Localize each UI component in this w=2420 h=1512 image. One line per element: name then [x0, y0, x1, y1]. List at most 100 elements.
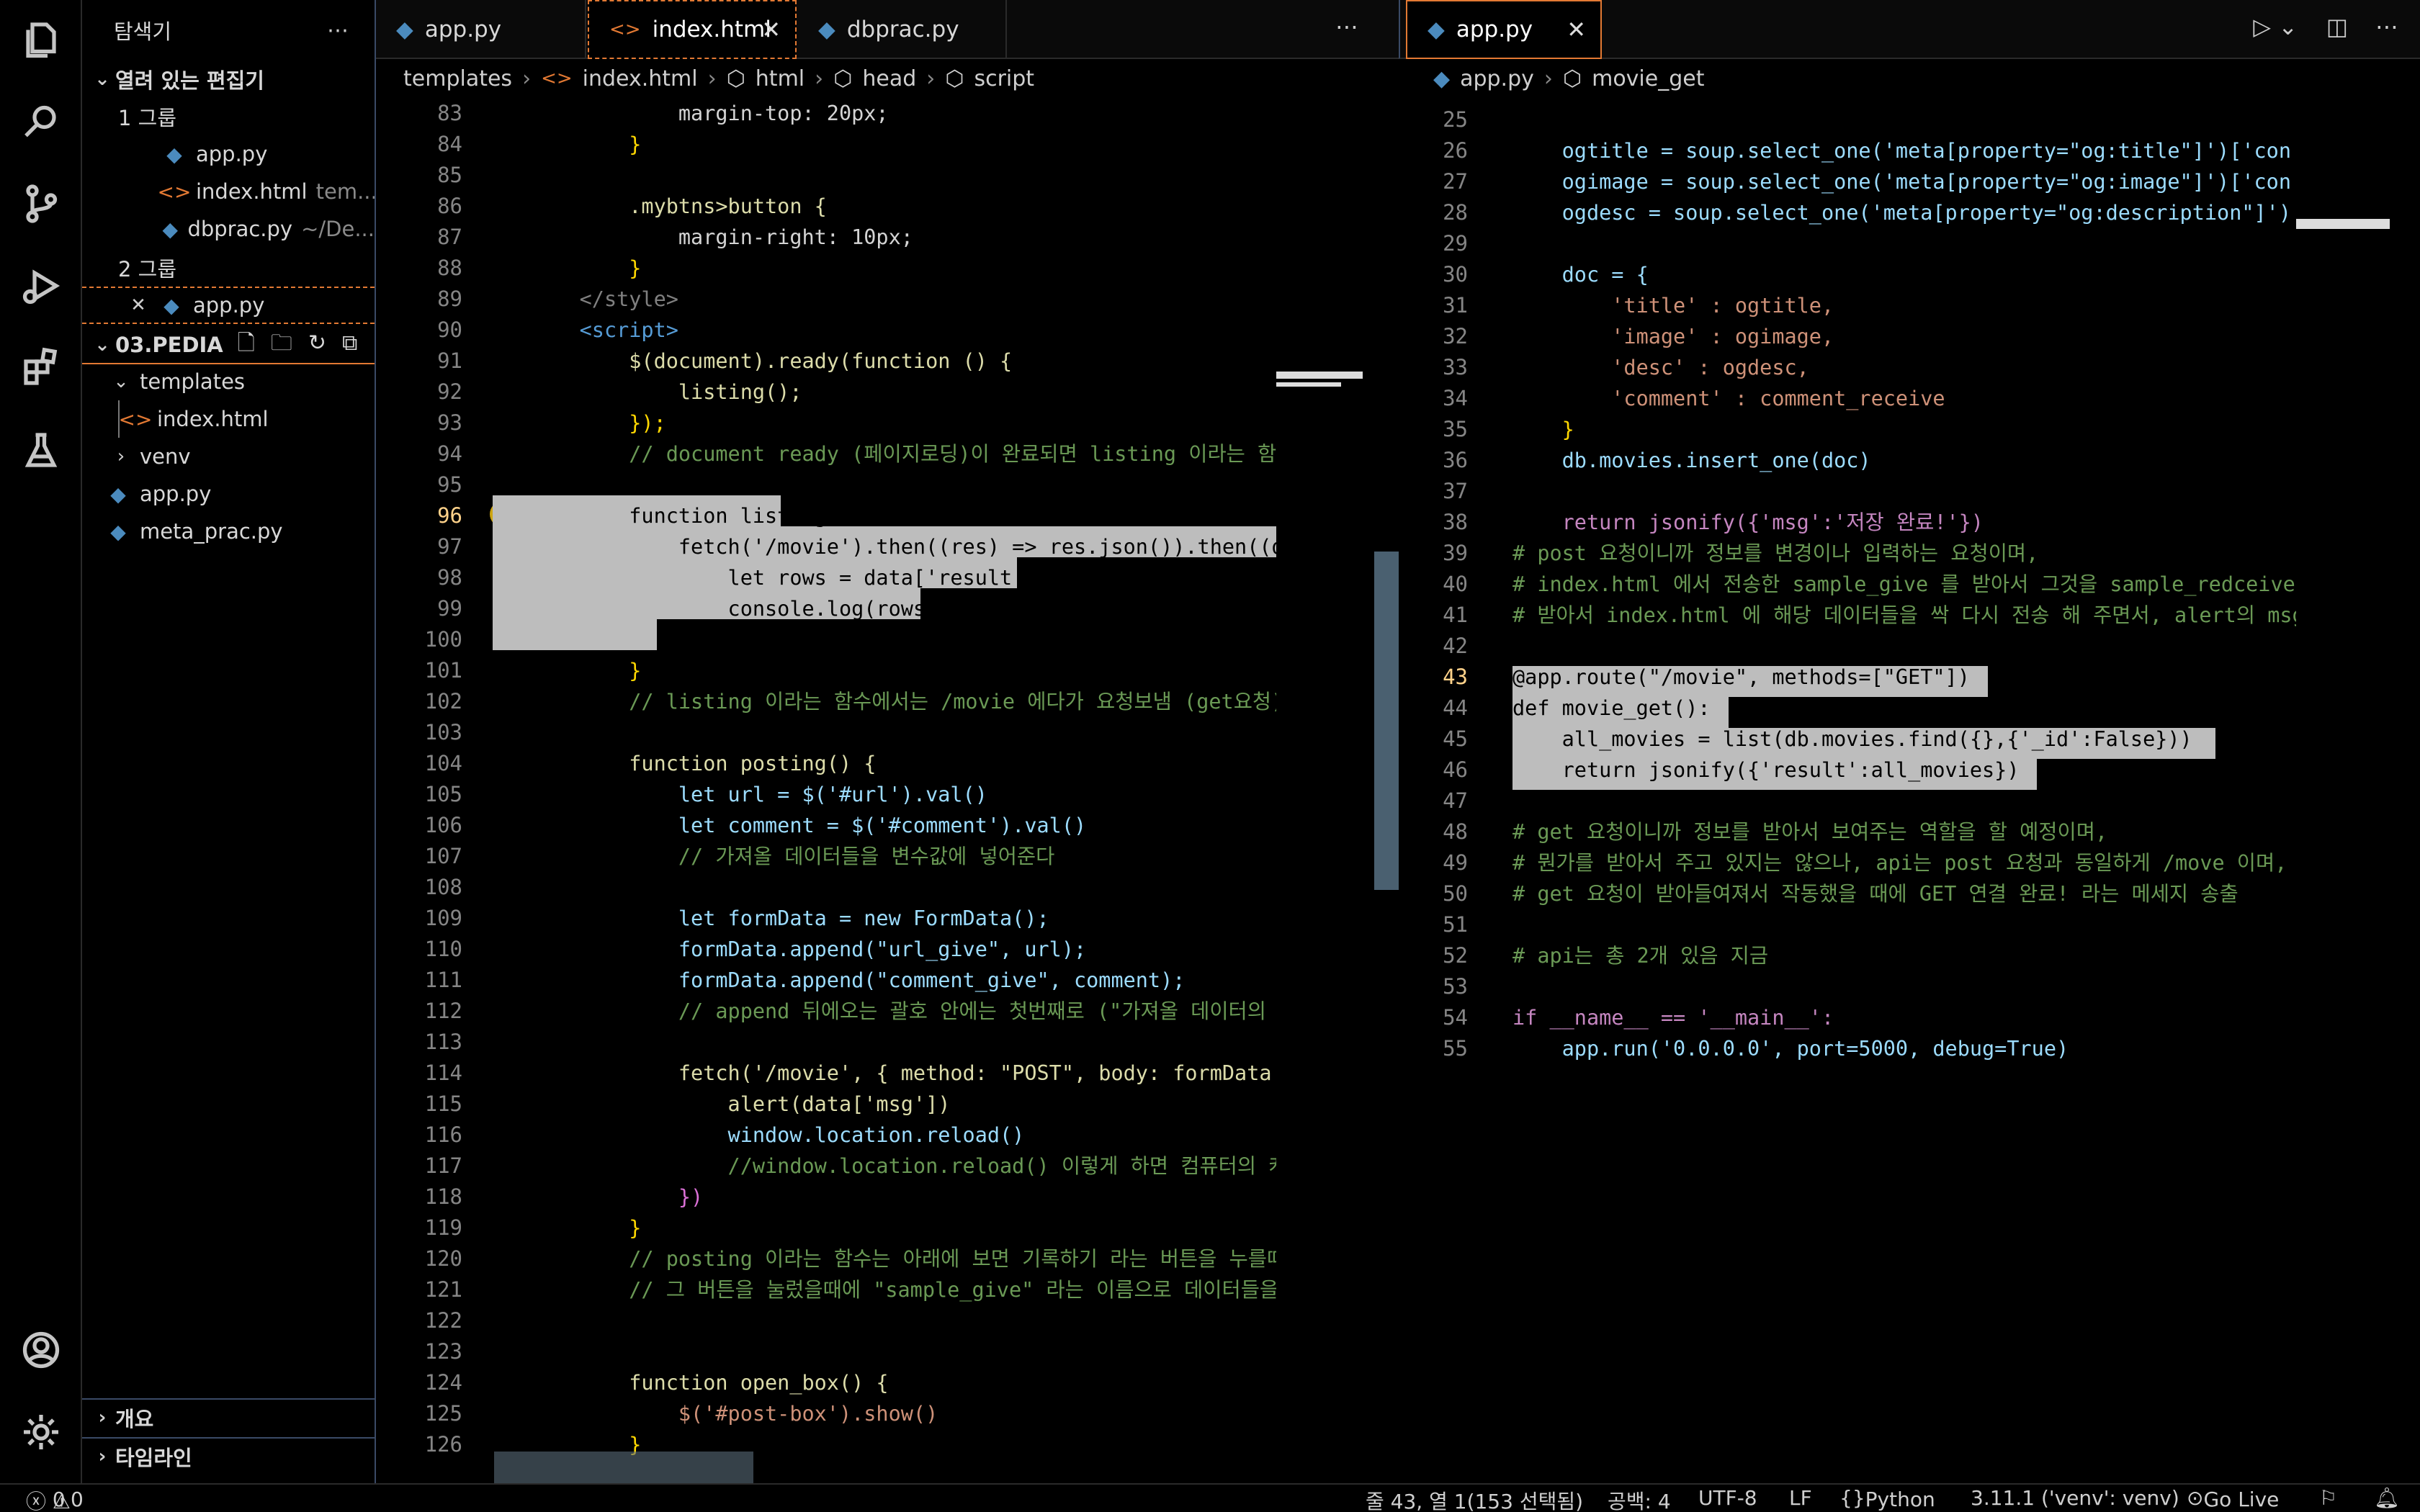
tab-index-html[interactable]: <> index.html ✕: [588, 0, 797, 59]
breadcrumb-item[interactable]: app.py: [1460, 66, 1534, 91]
source-control-icon[interactable]: [0, 164, 82, 243]
tab-app-py-right[interactable]: ◆ app.py ✕: [1406, 0, 1602, 59]
cursor-position[interactable]: 줄 43, 열 1(153 선택됨): [1366, 1486, 1583, 1512]
more-actions-icon[interactable]: ⋯: [1335, 13, 1358, 40]
tab-app-py[interactable]: ◆ app.py: [376, 0, 586, 59]
python-interpreter[interactable]: 3.11.1 ('venv': venv): [1971, 1486, 2179, 1510]
breadcrumb-item[interactable]: html: [756, 66, 805, 91]
eol-status[interactable]: LF: [1789, 1486, 1812, 1510]
tree-item-file[interactable]: ◆ meta_prac.py: [82, 513, 375, 550]
line-number: 114: [424, 1061, 462, 1085]
encoding-status[interactable]: UTF-8: [1698, 1486, 1757, 1510]
more-actions-icon[interactable]: ⋯: [2375, 13, 2398, 40]
line-number: 44: [1443, 696, 1468, 720]
feedback-icon[interactable]: ⚐: [2319, 1486, 2337, 1510]
settings-gear-icon[interactable]: [0, 1392, 82, 1472]
open-editor-item[interactable]: ◆ dbprac.py ~/De...: [82, 210, 375, 248]
timeline-section[interactable]: › 타임라인: [82, 1437, 375, 1475]
line-number: 37: [1443, 479, 1468, 503]
line-number: 94: [437, 441, 462, 466]
line-number: 84: [437, 132, 462, 156]
open-editor-item[interactable]: ◆ app.py: [82, 135, 375, 173]
go-live-button[interactable]: ⊙ Go Live: [2187, 1486, 2279, 1511]
line-number: 115: [424, 1092, 462, 1116]
left-editor[interactable]: 83 84 85 86 87 88 89 90 91 92 93 94 95 96 97 98 99 100 101…: [376, 98, 1399, 1483]
more-actions-icon[interactable]: ⋯: [327, 18, 349, 43]
close-tab-icon[interactable]: ✕: [761, 16, 781, 43]
language-mode[interactable]: {} Python: [1839, 1486, 1935, 1511]
minimap[interactable]: [2296, 98, 2390, 1483]
problems-status[interactable]: ⓧ 0 ⚠ 0: [26, 1486, 84, 1512]
minimap[interactable]: [1276, 98, 1363, 1483]
line-number: 106: [424, 813, 462, 837]
line-number: 48: [1443, 819, 1468, 844]
line-number: 52: [1443, 943, 1468, 968]
line-number: 107: [424, 844, 462, 868]
line-number: 83: [437, 101, 462, 125]
element-icon: ⬡: [833, 66, 853, 91]
line-number: 49: [1443, 850, 1468, 875]
account-icon[interactable]: [0, 1310, 82, 1390]
breadcrumb-item[interactable]: templates: [403, 66, 512, 91]
line-number: 47: [1443, 788, 1468, 813]
split-editor-icon[interactable]: ◫: [2326, 13, 2348, 40]
close-icon[interactable]: ✕: [125, 294, 151, 316]
python-file-icon: ◆: [110, 482, 126, 506]
editor-group-1: 1 그룹: [118, 106, 177, 130]
tree-item-file[interactable]: <> index.html: [82, 400, 375, 438]
line-number: 30: [1443, 262, 1468, 287]
explorer-icon[interactable]: [0, 0, 82, 79]
open-editor-item-active[interactable]: ✕ ◆ app.py: [82, 287, 375, 324]
tab-dbprac-py[interactable]: ◆ dbprac.py: [798, 0, 1007, 59]
line-number: 103: [424, 720, 462, 744]
python-file-icon: ◆: [166, 142, 182, 166]
code-area[interactable]: margin-top: 20px; } .mybtns>button { mar…: [530, 98, 1387, 1483]
status-bar: ⓧ 0 ⚠ 0 줄 43, 열 1(153 선택됨) 공백: 4 UTF-8 L…: [0, 1483, 2420, 1512]
explorer-actions[interactable]: 🗋🗀↻⧉: [238, 327, 374, 363]
extensions-icon[interactable]: [0, 328, 82, 408]
line-number: 96: [437, 503, 462, 528]
explorer-sidebar: 탐색기 ⋯ ⌄ 열려 있는 편집기 1 그룹 ◆ app.py <> index…: [82, 0, 376, 1483]
tree-item-file[interactable]: ◆ app.py: [82, 475, 375, 513]
indent-guide: [118, 400, 120, 438]
run-debug-icon[interactable]: [0, 246, 82, 325]
line-number: 34: [1443, 386, 1468, 410]
open-editor-item[interactable]: <> index.html tem...: [82, 173, 375, 210]
line-number: 118: [424, 1184, 462, 1209]
close-tab-icon[interactable]: ✕: [1567, 16, 1586, 43]
chevron-right-icon: ›: [117, 446, 125, 467]
line-number: 116: [424, 1122, 462, 1147]
line-number: 36: [1443, 448, 1468, 472]
line-number: 122: [424, 1308, 462, 1333]
python-file-icon: ◆: [110, 519, 126, 544]
project-section[interactable]: ⌄ 03.PEDIA 🗋🗀↻⧉: [82, 327, 375, 364]
search-icon[interactable]: [0, 82, 82, 161]
indentation-status[interactable]: 공백: 4: [1608, 1486, 1671, 1512]
breadcrumb-item[interactable]: movie_get: [1592, 66, 1704, 91]
editor-group-2: 2 그룹: [118, 257, 177, 282]
tree-item-folder[interactable]: ⌄ templates: [82, 363, 375, 400]
outline-section[interactable]: › 개요: [82, 1398, 375, 1436]
scrollbar-thumb[interactable]: [1374, 552, 1399, 890]
left-tab-bar: ◆ app.py <> index.html ✕ ◆ dbprac.py ⋯: [376, 0, 1399, 59]
python-file-icon: ◆: [1433, 66, 1451, 91]
line-number: 93: [437, 410, 462, 435]
breadcrumb-item[interactable]: head: [862, 66, 916, 91]
tree-item-folder[interactable]: › venv: [82, 438, 375, 475]
line-number: 87: [437, 225, 462, 249]
testing-icon[interactable]: [0, 410, 82, 490]
line-number: 117: [424, 1153, 462, 1178]
scrollbar-track[interactable]: [2398, 98, 2420, 1483]
activity-bar: [0, 0, 82, 1483]
breadcrumb-item[interactable]: script: [974, 66, 1034, 91]
line-number: 104: [424, 751, 462, 775]
code-area[interactable]: ogtitle = soup.select_one('meta[property…: [1512, 98, 2341, 1483]
right-editor[interactable]: 25 26 27 28 29 30 31 32 33 34 35 36 37 38 39 40 41 42 43 44…: [1400, 98, 2420, 1483]
open-editors-section[interactable]: ⌄ 열려 있는 편집기: [82, 60, 375, 98]
notifications-bell-icon[interactable]: 🔔︎: [2374, 1486, 2400, 1510]
line-number: 119: [424, 1215, 462, 1240]
run-python-icon[interactable]: ▷ ⌄: [2253, 13, 2298, 40]
breadcrumb-item[interactable]: index.html: [583, 66, 698, 91]
line-number: 90: [437, 318, 462, 342]
python-file-icon: ◆: [818, 17, 835, 42]
